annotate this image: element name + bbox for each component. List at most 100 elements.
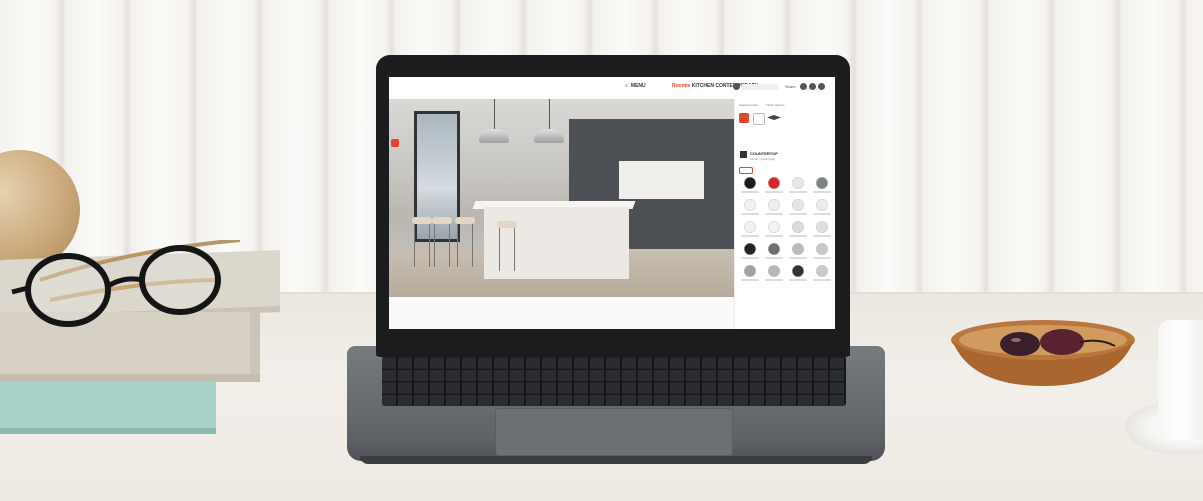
color-swatch[interactable] [763, 265, 785, 281]
bar-stool [455, 217, 475, 267]
color-swatch-grid [739, 177, 833, 281]
pendant-lamp [534, 129, 564, 143]
laptop-screen: ≡ MENU Roomle KITCHEN CONTEMPORARY Share [389, 77, 835, 329]
swatch-label [789, 191, 807, 193]
color-swatch[interactable] [811, 177, 833, 193]
kitchen-3d-viewport[interactable] [389, 99, 734, 319]
swatch-label [765, 191, 783, 193]
bar-stool [497, 221, 517, 271]
color-swatch[interactable] [739, 243, 761, 259]
swatch-label [813, 191, 831, 193]
color-swatch[interactable] [763, 177, 785, 193]
color-swatch[interactable] [787, 199, 809, 215]
swatch-dot [816, 243, 828, 255]
swatch-dot [744, 177, 756, 189]
tab-finish-options[interactable]: Finish options [766, 103, 785, 107]
facebook-icon[interactable] [800, 83, 807, 90]
swatch-dot [816, 265, 828, 277]
swatch-label [789, 213, 807, 215]
swatch-label [789, 257, 807, 259]
swatch-label [813, 235, 831, 237]
swatch-label [741, 257, 759, 259]
color-swatch[interactable] [763, 221, 785, 237]
grid-icon[interactable] [753, 113, 765, 125]
swatch-dot [792, 265, 804, 277]
swatch-dot [816, 199, 828, 211]
swatch-dot [792, 221, 804, 233]
menu-label: MENU [630, 83, 646, 89]
info-icon[interactable] [733, 83, 740, 90]
swatch-dot [792, 243, 804, 255]
panel-item-title: COUNTERTOP [750, 151, 778, 156]
color-swatch[interactable] [811, 243, 833, 259]
swatch-label [765, 235, 783, 237]
item-icon [740, 151, 747, 158]
product-thumb[interactable] [739, 113, 749, 123]
swatch-label [789, 235, 807, 237]
swatch-label [741, 191, 759, 193]
lamp-wire [549, 99, 550, 131]
swatch-label [813, 213, 831, 215]
backsplash [619, 161, 704, 199]
swatch-dot [792, 199, 804, 211]
menu-button[interactable]: ≡ MENU [625, 83, 646, 89]
swatch-dot [744, 243, 756, 255]
filter-chip[interactable] [739, 167, 753, 174]
lamp-wire [494, 99, 495, 131]
screen-bottom-bar [389, 297, 734, 329]
color-swatch[interactable] [763, 199, 785, 215]
color-swatch[interactable] [787, 177, 809, 193]
bar-stool [432, 217, 452, 267]
configurator-panel: Selected color Finish options COUNTERTOP… [734, 99, 835, 329]
color-swatch[interactable] [739, 265, 761, 281]
countertop-icon[interactable] [767, 115, 781, 120]
menu-icon: ≡ [625, 83, 628, 89]
swatch-dot [768, 265, 780, 277]
swatch-dot [768, 177, 780, 189]
swatch-dot [816, 177, 828, 189]
color-swatch[interactable] [787, 221, 809, 237]
swatch-label [765, 279, 783, 281]
swatch-label [789, 279, 807, 281]
swatch-label [765, 257, 783, 259]
swatch-dot [768, 221, 780, 233]
laptop-trackpad [495, 408, 733, 456]
swatch-dot [816, 221, 828, 233]
eyeglasses [11, 240, 241, 327]
color-swatch[interactable] [739, 199, 761, 215]
twitter-icon[interactable] [809, 83, 816, 90]
color-swatch[interactable] [811, 199, 833, 215]
swatch-dot [768, 199, 780, 211]
photo-scene: ≡ MENU Roomle KITCHEN CONTEMPORARY Share [0, 0, 1203, 501]
swatch-label [813, 279, 831, 281]
color-swatch[interactable] [763, 243, 785, 259]
swatch-dot [792, 177, 804, 189]
tab-selected-color[interactable]: Selected color [739, 103, 758, 107]
brand-prefix: Roomle [672, 83, 691, 89]
swatch-label [741, 213, 759, 215]
book-green [0, 382, 216, 434]
wooden-bowl [951, 320, 1135, 386]
laptop-keyboard [382, 356, 846, 406]
swatch-label [741, 279, 759, 281]
color-swatch[interactable] [787, 243, 809, 259]
swatch-dot [744, 265, 756, 277]
panel-tabs: Selected color Finish options [739, 103, 785, 107]
add-item-button[interactable] [391, 139, 399, 147]
laptop-front-lip [360, 456, 872, 464]
mail-icon[interactable] [818, 83, 825, 90]
color-swatch[interactable] [739, 177, 761, 193]
swatch-label [741, 235, 759, 237]
swatch-label [765, 213, 783, 215]
color-swatch[interactable] [787, 265, 809, 281]
bar-stool [412, 217, 432, 267]
panel-item-sub: Finish - Fossil gray [750, 157, 776, 161]
search-input[interactable] [741, 84, 779, 90]
swatch-dot [744, 221, 756, 233]
color-swatch[interactable] [739, 221, 761, 237]
coffee-cup [1158, 320, 1203, 440]
color-swatch[interactable] [811, 221, 833, 237]
pendant-lamp [479, 129, 509, 143]
color-swatch[interactable] [811, 265, 833, 281]
swatch-dot [768, 243, 780, 255]
